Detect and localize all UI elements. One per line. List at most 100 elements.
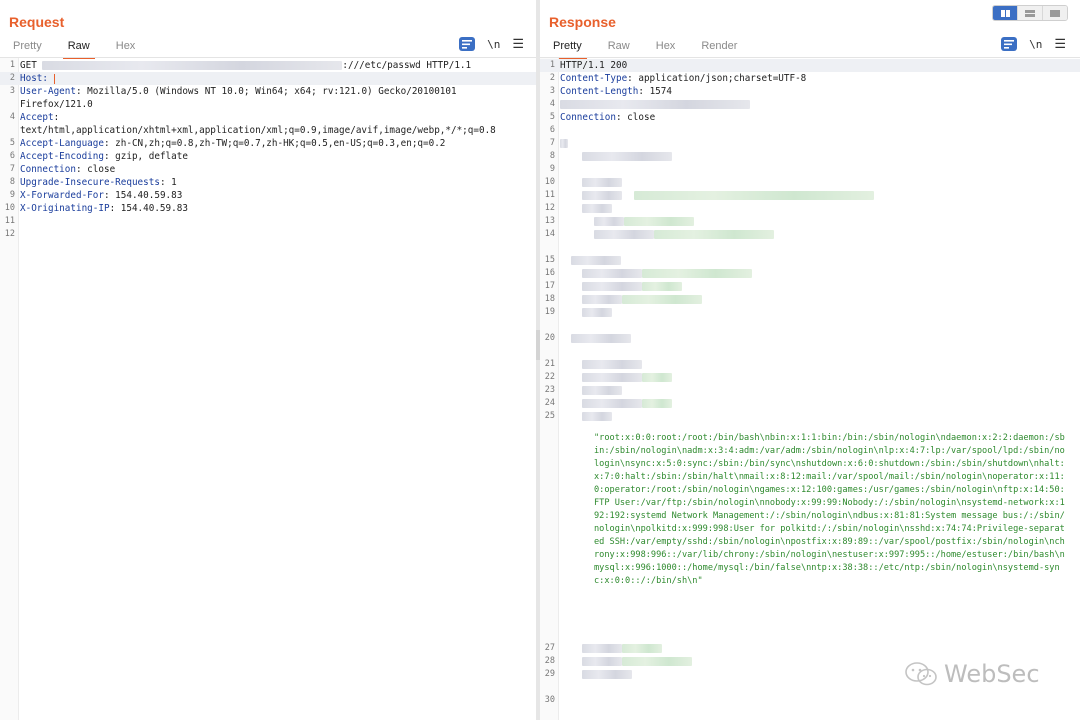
request-pane: Request Pretty Raw Hex \n ☰ 1 GET :///etc/p… bbox=[0, 0, 536, 720]
line-number: 18 bbox=[544, 294, 555, 304]
code-text bbox=[560, 98, 1076, 111]
response-tab-hex[interactable]: Hex bbox=[643, 36, 689, 56]
code-text: X-Forwarded-For: 154.40.59.83 bbox=[20, 189, 532, 202]
code-text bbox=[560, 306, 1076, 319]
code-text: text/html,application/xhtml+xml,applicat… bbox=[20, 124, 532, 137]
code-line: 14 bbox=[540, 228, 1080, 241]
line-number: 27 bbox=[544, 643, 555, 653]
response-tab-pretty[interactable]: Pretty bbox=[540, 36, 595, 59]
code-line: Firefox/121.0 bbox=[0, 98, 536, 111]
code-text bbox=[560, 397, 1076, 410]
code-line: 30 bbox=[540, 694, 1080, 707]
code-text: Firefox/121.0 bbox=[20, 98, 532, 111]
request-tab-hex[interactable]: Hex bbox=[103, 36, 149, 56]
code-line: 11 bbox=[0, 215, 536, 228]
code-token: : 1 bbox=[159, 177, 177, 188]
watermark-text: WebSec bbox=[944, 660, 1040, 688]
code-line: 4 bbox=[540, 98, 1080, 111]
code-line: 22 bbox=[540, 371, 1080, 384]
redacted-block bbox=[622, 295, 703, 304]
redacted-block bbox=[582, 152, 673, 161]
code-line: 10 X-Originating-IP: 154.40.59.83 bbox=[0, 202, 536, 215]
header-name: Host: bbox=[20, 73, 48, 84]
layout-toggle bbox=[992, 5, 1068, 21]
redacted-block bbox=[622, 644, 663, 653]
line-number: 6 bbox=[549, 125, 555, 135]
code-line: 24 bbox=[540, 397, 1080, 410]
code-text bbox=[560, 254, 1076, 267]
code-token: text/html,application/xhtml+xml,applicat… bbox=[20, 125, 496, 136]
line-number: 4 bbox=[549, 99, 555, 109]
code-line: 23 bbox=[540, 384, 1080, 397]
redacted-block bbox=[642, 373, 673, 382]
line-number: 9 bbox=[549, 164, 555, 174]
line-number: 19 bbox=[544, 307, 555, 317]
wrap-lines-icon[interactable] bbox=[1001, 37, 1018, 51]
code-text bbox=[560, 293, 1076, 306]
redacted-block bbox=[582, 191, 623, 200]
code-line: 10 bbox=[540, 176, 1080, 189]
redacted-block bbox=[560, 100, 750, 109]
menu-icon[interactable]: ☰ bbox=[1054, 37, 1066, 50]
header-name: Upgrade-Insecure-Requests bbox=[20, 177, 160, 188]
newline-toggle-button[interactable]: \n bbox=[487, 38, 500, 51]
code-token: GET bbox=[20, 60, 43, 71]
request-editor[interactable]: 1 GET :///etc/passwd HTTP/1.1 2 Host: 3 User… bbox=[0, 58, 536, 720]
code-text bbox=[560, 215, 1076, 228]
line-number: 24 bbox=[544, 398, 555, 408]
header-name: Connection bbox=[560, 112, 616, 123]
code-token: HTTP/1.1 200 bbox=[560, 60, 628, 71]
code-line: 5 Connection: close bbox=[540, 111, 1080, 124]
code-line: 1 HTTP/1.1 200 bbox=[540, 59, 1080, 72]
code-line: 7 bbox=[540, 137, 1080, 150]
layout-side-by-side-icon[interactable] bbox=[993, 6, 1017, 20]
code-token: : application/json;charset=UTF-8 bbox=[627, 73, 807, 84]
line-number: 22 bbox=[544, 372, 555, 382]
code-token: : 1574 bbox=[638, 86, 672, 97]
redacted-block bbox=[642, 399, 673, 408]
redacted-block bbox=[571, 256, 622, 265]
response-tab-raw[interactable]: Raw bbox=[595, 36, 643, 56]
header-name: User-Agent bbox=[20, 86, 76, 97]
code-text bbox=[560, 267, 1076, 280]
header-name: Content-Type bbox=[560, 73, 628, 84]
response-tab-render[interactable]: Render bbox=[688, 36, 750, 56]
redacted-block bbox=[622, 657, 693, 666]
request-tab-raw[interactable]: Raw bbox=[55, 36, 103, 59]
redacted-block bbox=[582, 412, 613, 421]
menu-icon[interactable]: ☰ bbox=[512, 37, 524, 50]
code-line: 2 Host: bbox=[0, 72, 536, 85]
request-tab-pretty[interactable]: Pretty bbox=[0, 36, 55, 56]
line-number: 1 bbox=[549, 60, 555, 70]
redacted-block bbox=[582, 670, 633, 679]
line-number: 2 bbox=[549, 73, 555, 83]
code-token: : 154.40.59.83 bbox=[109, 203, 188, 214]
redacted-block bbox=[582, 360, 643, 369]
layout-stacked-icon[interactable] bbox=[1017, 6, 1042, 20]
wrap-lines-icon[interactable] bbox=[459, 37, 476, 51]
code-text bbox=[560, 150, 1076, 163]
code-text: Connection: close bbox=[20, 163, 532, 176]
code-line: 12 bbox=[540, 202, 1080, 215]
line-number: 11 bbox=[4, 216, 15, 226]
passwd-json-string: "root:x:0:0:root:/root:/bin/bash\nbin:x:… bbox=[594, 433, 1065, 586]
code-text bbox=[560, 384, 1076, 397]
code-text: User-Agent: Mozilla/5.0 (Windows NT 10.0… bbox=[20, 85, 532, 98]
redacted-block bbox=[633, 191, 874, 200]
code-line: 8 bbox=[540, 150, 1080, 163]
newline-toggle-button[interactable]: \n bbox=[1029, 38, 1042, 51]
line-number: 7 bbox=[9, 164, 15, 174]
response-editor[interactable]: 1 HTTP/1.1 200 2 Content-Type: application/… bbox=[540, 58, 1080, 720]
layout-tabs-icon[interactable] bbox=[1042, 6, 1067, 20]
